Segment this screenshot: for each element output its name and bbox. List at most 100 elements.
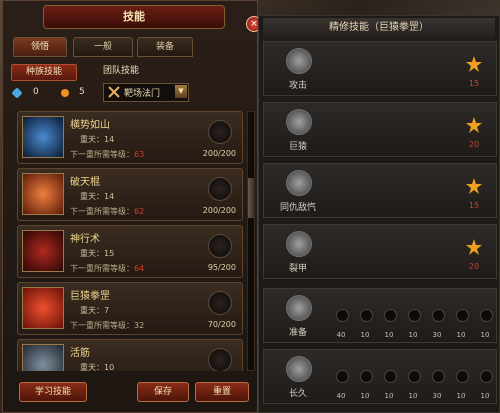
skill-row[interactable]: 神行术 重天：15 下一重所需等级：64 95/200	[17, 225, 243, 278]
skill-next-level: 下一重所需等级：64	[70, 264, 145, 273]
refine-icon	[286, 48, 312, 74]
skill-icon	[22, 173, 64, 215]
refine-row[interactable]: 巨猿 20	[263, 102, 497, 157]
track-node-number: 10	[408, 392, 418, 400]
refine-name: 裂甲	[288, 264, 307, 274]
refine-panel: 精修技能（巨猿拳罡） 攻击 15 巨猿 20 同仇敌忾 15 裂甲 20 准备 …	[258, 15, 500, 413]
track-node[interactable]	[360, 370, 373, 383]
track-node-number: 30	[432, 331, 442, 339]
track-node[interactable]	[432, 370, 445, 383]
refine-track-row[interactable]: 准备 40 10 10 10 30 10 10	[263, 288, 497, 343]
window-title: 技能	[43, 5, 225, 29]
skill-name: 活筋	[70, 348, 90, 359]
track-node-number: 10	[360, 331, 370, 339]
track-node-number: 30	[432, 392, 442, 400]
track-node[interactable]	[384, 309, 397, 322]
school-select[interactable]: 靶场法门 ▼	[103, 83, 189, 102]
skill-slot[interactable]	[208, 348, 232, 371]
skill-panel: 技能 领悟 一般 装备 种族技能 团队技能 0 5 靶场法门 ▼ 横势如山 重天…	[2, 0, 258, 413]
crossed-swords-icon	[108, 86, 120, 98]
star-icon	[466, 117, 482, 133]
skill-name: 破天棍	[70, 177, 100, 188]
star-icon	[466, 178, 482, 194]
blue-points: 0	[33, 87, 39, 97]
skill-row[interactable]: 巨猿拳罡 重天：7 下一重所需等级：32 70/200	[17, 282, 243, 335]
skill-icon	[22, 230, 64, 272]
skill-slot[interactable]	[208, 177, 232, 201]
skill-slot[interactable]	[208, 120, 232, 144]
skill-cost: 70/200	[207, 320, 236, 329]
skill-level: 重天：15	[80, 249, 115, 258]
learn-skill-button[interactable]: 学习技能	[19, 382, 87, 402]
skill-level: 重天：7	[80, 306, 110, 315]
track-node-number: 10	[456, 331, 466, 339]
orange-gem-icon	[61, 89, 69, 97]
track-node[interactable]	[456, 370, 469, 383]
track-node[interactable]	[408, 370, 421, 383]
refine-name: 准备	[288, 328, 307, 338]
refine-number: 20	[468, 140, 480, 149]
track-node-number: 40	[336, 331, 346, 339]
track-node[interactable]	[360, 309, 373, 322]
skill-row[interactable]: 活筋 重天：10	[17, 339, 243, 371]
refine-row[interactable]: 同仇敌忾 15	[263, 163, 497, 218]
refine-icon	[286, 231, 312, 257]
skill-level: 重天：10	[80, 363, 115, 371]
refine-title: 精修技能（巨猿拳罡）	[263, 18, 495, 38]
skill-next-level: 下一重所需等级：63	[70, 150, 145, 159]
skill-cost: 200/200	[202, 149, 236, 158]
refine-name: 长久	[288, 389, 307, 399]
skill-icon	[22, 287, 64, 329]
skill-next-level: 下一重所需等级：32	[70, 321, 145, 330]
star-icon	[466, 239, 482, 255]
tab-equipment[interactable]: 装备	[137, 37, 193, 57]
track-node[interactable]	[336, 309, 349, 322]
track-node[interactable]	[432, 309, 445, 322]
refine-icon	[286, 170, 312, 196]
track-node[interactable]	[336, 370, 349, 383]
refine-icon	[286, 109, 312, 135]
refine-number: 15	[468, 201, 480, 210]
track-node-number: 10	[384, 331, 394, 339]
skill-name: 神行术	[70, 234, 100, 245]
skill-icon	[22, 116, 64, 158]
track-node-number: 10	[480, 331, 490, 339]
refine-row[interactable]: 裂甲 20	[263, 224, 497, 279]
track-node-number: 10	[384, 392, 394, 400]
skill-next-level: 下一重所需等级：62	[70, 207, 145, 216]
reset-button[interactable]: 重置	[195, 382, 249, 402]
tab-general[interactable]: 一般	[73, 37, 133, 57]
skill-row[interactable]: 横势如山 重天：14 下一重所需等级：63 200/200	[17, 111, 243, 164]
skill-list-scrollbar[interactable]	[247, 111, 255, 371]
skill-cost: 200/200	[202, 206, 236, 215]
track-node[interactable]	[384, 370, 397, 383]
subtab-race-skills[interactable]: 种族技能	[11, 64, 77, 81]
skill-slot[interactable]	[208, 291, 232, 315]
track-node-number: 10	[456, 392, 466, 400]
scrollbar-thumb[interactable]	[248, 178, 254, 218]
save-button[interactable]: 保存	[137, 382, 189, 402]
skill-icon	[22, 344, 64, 371]
track-node[interactable]	[480, 309, 493, 322]
chevron-down-icon[interactable]: ▼	[175, 85, 187, 98]
skill-slot[interactable]	[208, 234, 232, 258]
track-node-number: 10	[408, 331, 418, 339]
skill-row[interactable]: 破天棍 重天：14 下一重所需等级：62 200/200	[17, 168, 243, 221]
skill-name: 巨猿拳罡	[70, 291, 110, 302]
refine-name: 巨猿	[288, 142, 307, 152]
skill-level: 重天：14	[80, 192, 115, 201]
track-node[interactable]	[480, 370, 493, 383]
skill-name: 横势如山	[70, 120, 110, 131]
track-node-number: 40	[336, 392, 346, 400]
tab-comprehend[interactable]: 领悟	[13, 37, 67, 57]
track-node[interactable]	[456, 309, 469, 322]
blue-gem-icon	[11, 87, 23, 99]
refine-track-row[interactable]: 长久 40 10 10 10 30 10 10	[263, 349, 497, 404]
refine-number: 15	[468, 79, 480, 88]
star-icon	[466, 56, 482, 72]
skill-level: 重天：14	[80, 135, 115, 144]
refine-icon	[286, 356, 312, 382]
track-node[interactable]	[408, 309, 421, 322]
subtab-team-skills[interactable]: 团队技能	[89, 64, 153, 79]
refine-row[interactable]: 攻击 15	[263, 41, 497, 96]
